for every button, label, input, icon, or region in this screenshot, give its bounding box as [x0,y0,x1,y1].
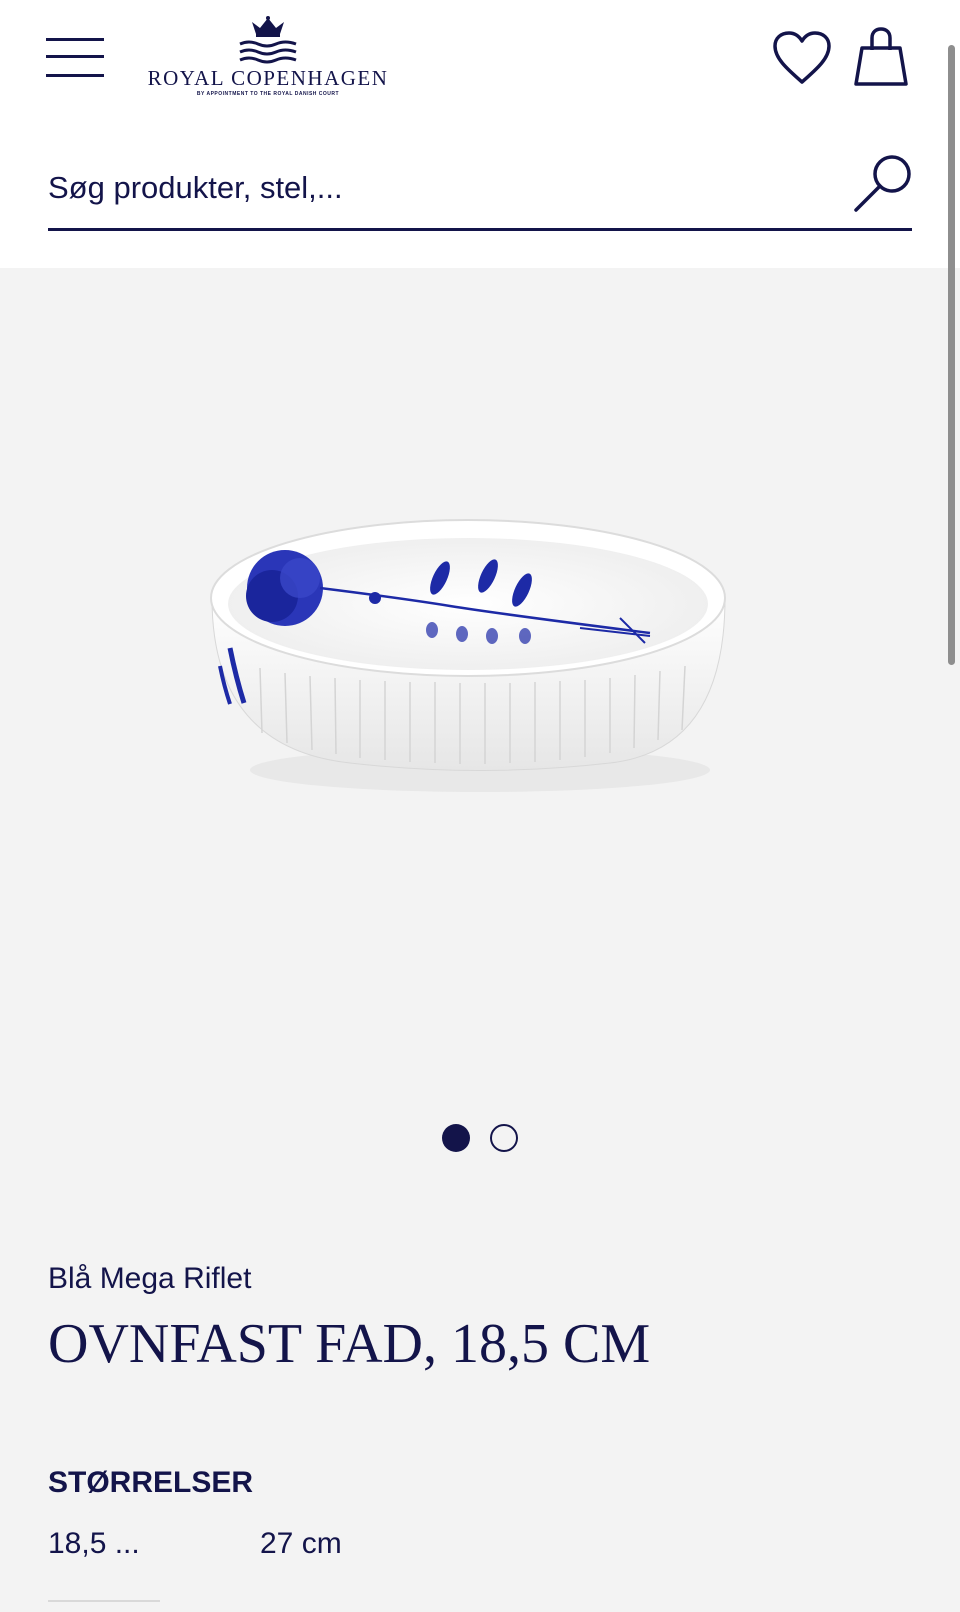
hamburger-menu-icon[interactable] [46,34,104,80]
search-bar [48,150,912,231]
search-input[interactable] [48,160,828,216]
brand-logo[interactable]: ROYAL COPENHAGEN BY APPOINTMENT TO THE R… [140,16,396,102]
size-option-27[interactable]: 27 cm [260,1527,342,1561]
search-icon[interactable] [852,152,916,216]
sizes-heading: STØRRELSER [48,1466,254,1499]
brand-tagline: BY APPOINTMENT TO THE ROYAL DANISH COURT [196,91,340,97]
size-option-18-5[interactable]: 18,5 ... [48,1527,140,1561]
site-header: ROYAL COPENHAGEN BY APPOINTMENT TO THE R… [0,0,960,268]
carousel-dot-2[interactable] [490,1124,518,1152]
brand-name: ROYAL COPENHAGEN [147,66,389,90]
crown-icon [239,16,297,64]
shopping-bag-icon[interactable] [852,26,910,88]
product-gallery[interactable] [0,268,948,1168]
product-collection[interactable]: Blå Mega Riflet [48,1262,251,1296]
page-scrollbar[interactable] [948,45,955,665]
carousel-dot-1[interactable] [442,1124,470,1152]
heart-icon[interactable] [772,30,832,86]
selected-size-indicator [48,1600,160,1602]
product-image [210,519,726,792]
product-title: OVNFAST FAD, 18,5 CM [48,1313,651,1375]
